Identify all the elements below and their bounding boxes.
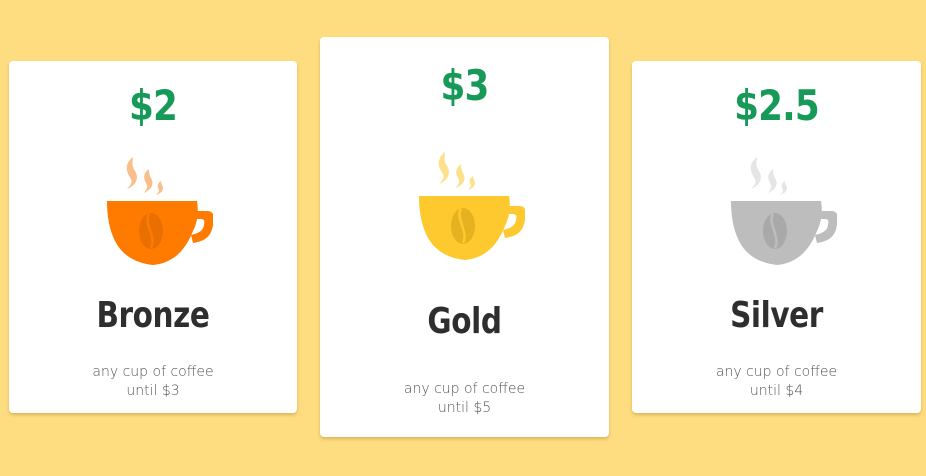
plan-name: Bronze: [96, 295, 210, 336]
plan-card-gold[interactable]: $3 Gold any cup of coffee until $5: [320, 37, 609, 437]
coffee-cup-icon: [418, 152, 525, 260]
plan-card-silver[interactable]: $2.5 Silver any cup of coffee until $4: [632, 61, 921, 413]
plan-description: any cup of coffee until $3: [9, 363, 297, 401]
description-line: any cup of coffee: [715, 364, 838, 380]
plan-name: Gold: [427, 301, 502, 342]
plan-price: $3: [440, 61, 490, 110]
plan-price: $2.5: [734, 81, 820, 130]
description-line: until $4: [749, 383, 804, 399]
description-line: any cup of coffee: [92, 364, 214, 380]
description-line: any cup of coffee: [403, 381, 526, 397]
description-line: until $5: [437, 400, 492, 416]
coffee-cup-icon: [107, 157, 213, 265]
plan-description: any cup of coffee until $5: [320, 380, 609, 418]
description-line: until $3: [126, 383, 180, 399]
plan-price: $2: [129, 81, 178, 130]
plan-description: any cup of coffee until $4: [632, 363, 921, 401]
plan-card-bronze[interactable]: $2 Bronze any cup of coffee until $3: [9, 61, 297, 413]
plan-name: Silver: [730, 295, 823, 336]
coffee-cup-icon: [730, 157, 837, 265]
